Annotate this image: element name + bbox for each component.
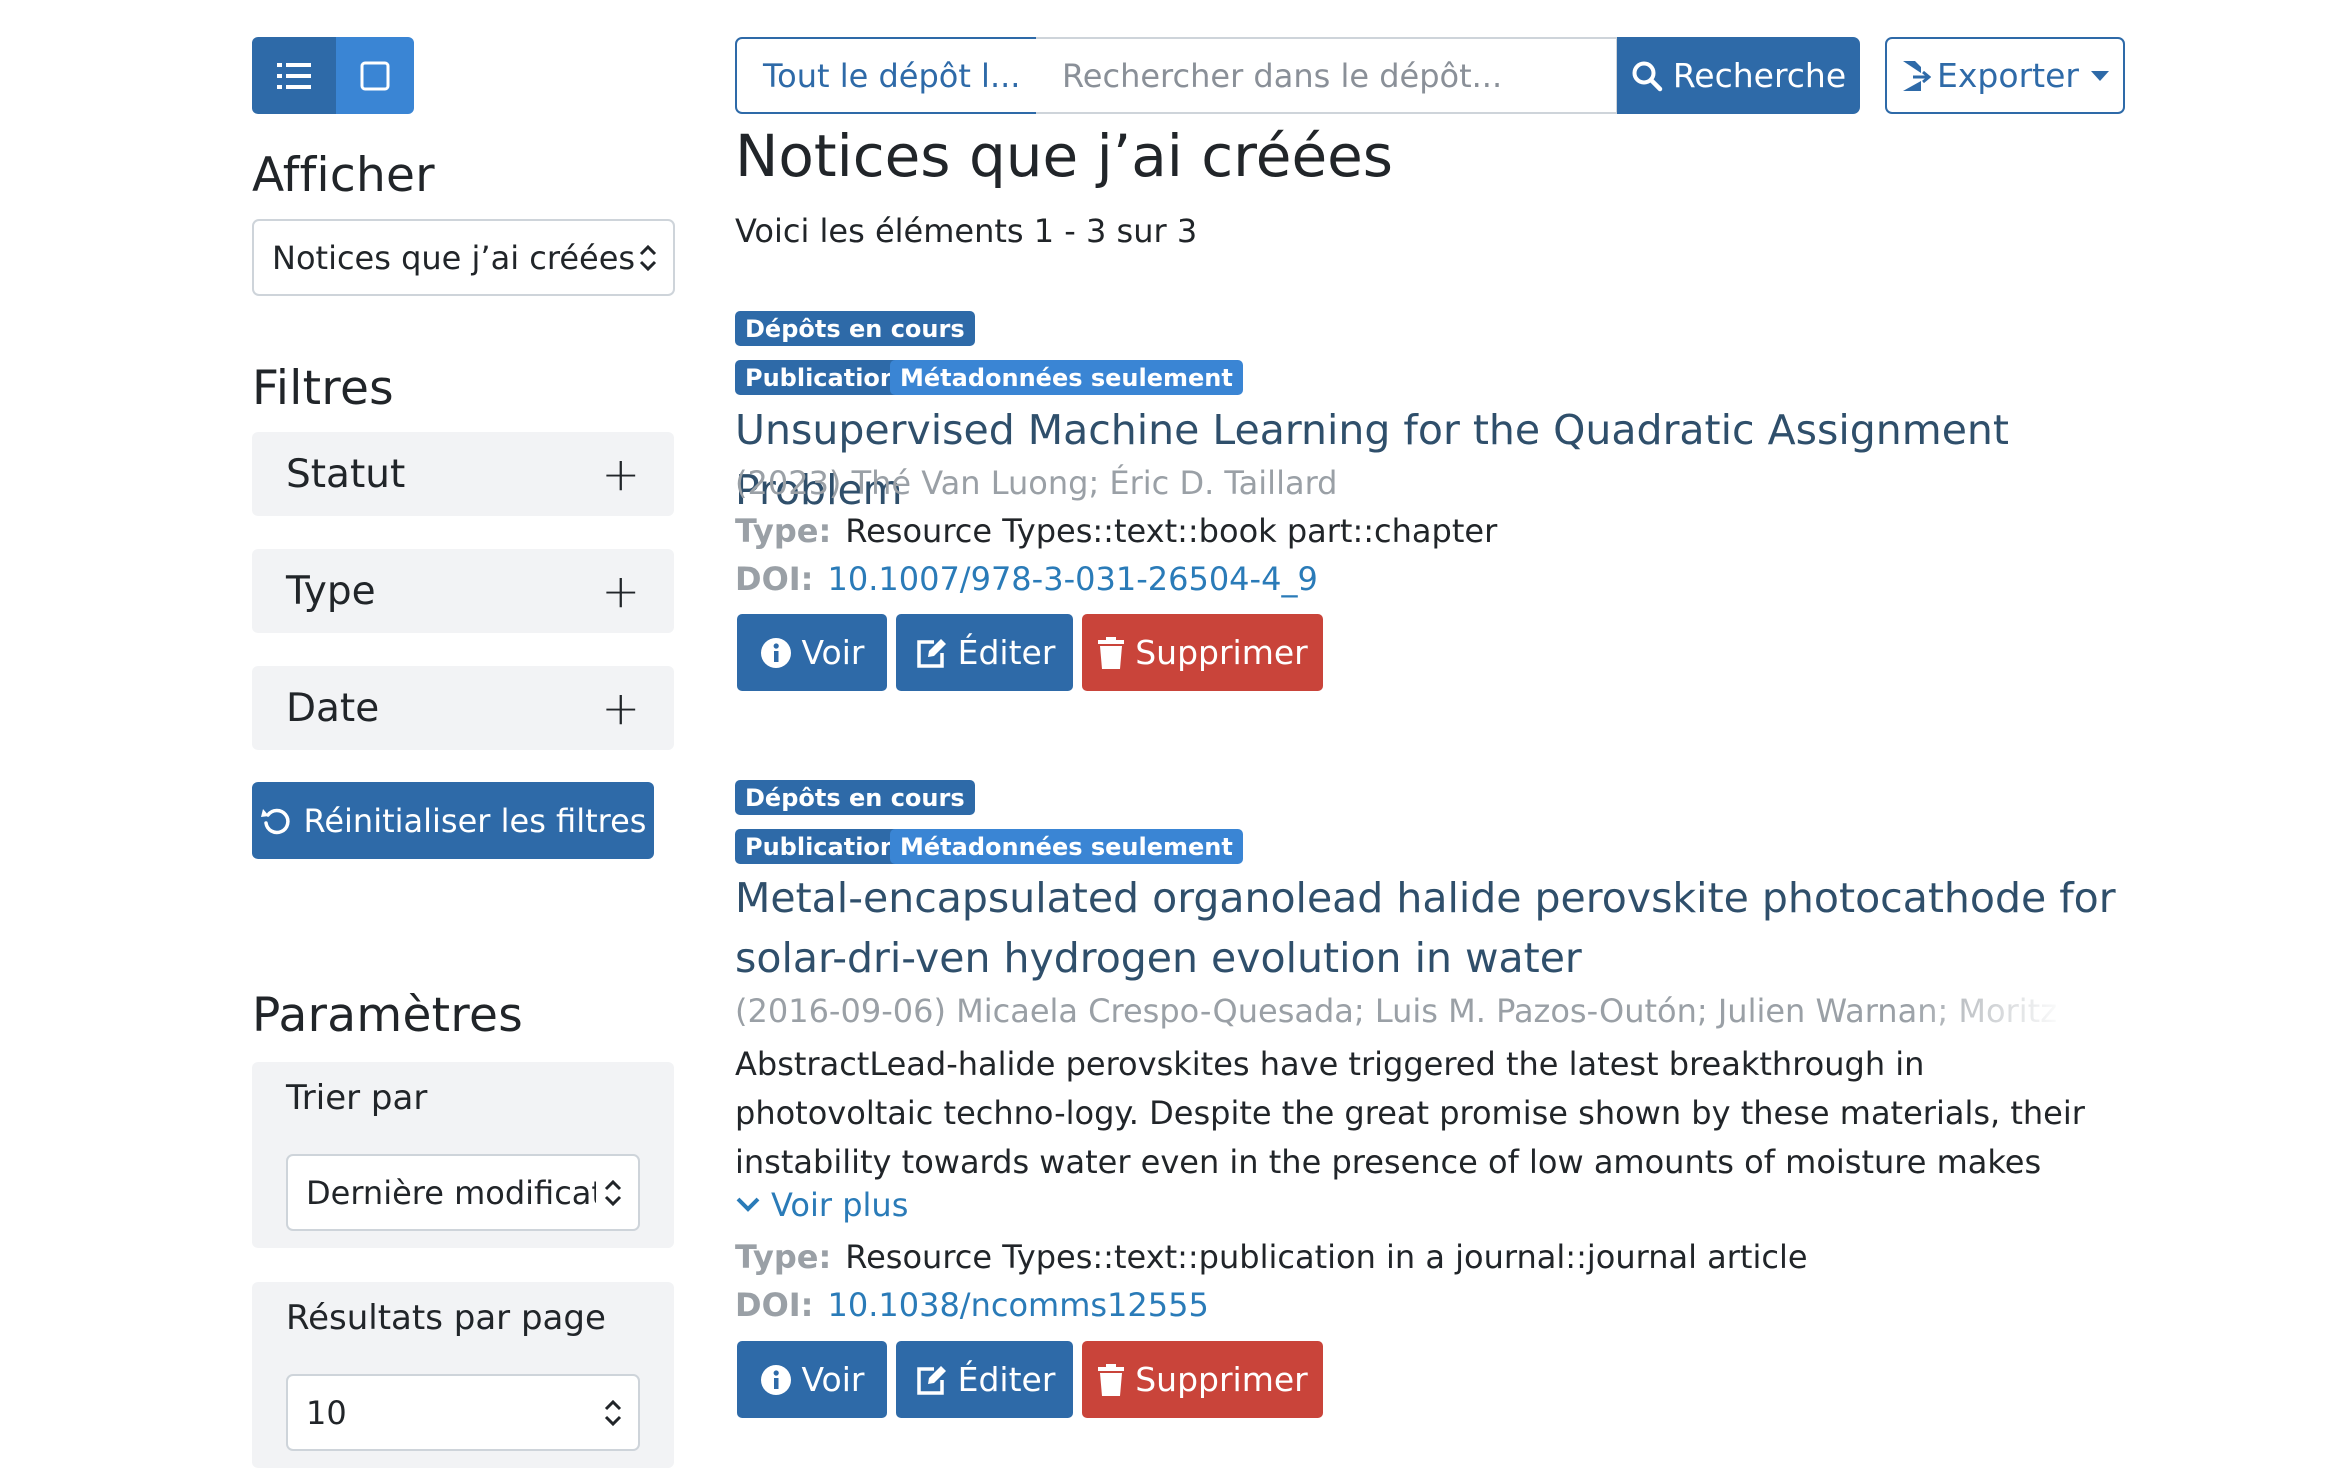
delete-button[interactable]: Supprimer <box>1082 1341 1323 1418</box>
result-type: Type: Resource Types::text::book part::ch… <box>735 512 1497 550</box>
export-label: Exporter <box>1937 56 2079 95</box>
type-key: Type: <box>735 1238 832 1276</box>
trash-icon <box>1098 636 1125 669</box>
result-title-link[interactable]: Metal-encapsulated organolead halide per… <box>735 868 2125 988</box>
delete-button-label: Supprimer <box>1135 633 1308 672</box>
show-select-value: Notices que j’ai créées <box>272 238 636 277</box>
view-button-label: Voir <box>801 633 865 672</box>
show-select[interactable]: Notices que j’ai créées <box>252 219 675 296</box>
edit-button-label: Éditer <box>957 1360 1056 1399</box>
see-more-link[interactable]: Voir plus <box>735 1186 908 1224</box>
view-button[interactable]: Voir <box>737 614 887 691</box>
undo-icon <box>260 808 290 834</box>
params-heading: Paramètres <box>252 988 523 1043</box>
status-badge: Dépôts en cours <box>735 311 975 346</box>
result-doi: DOI: 10.1038/ncomms12555 <box>735 1286 1209 1324</box>
facet-date[interactable]: Date + <box>252 666 674 750</box>
type-value: Resource Types::text::publication in a j… <box>845 1238 1808 1276</box>
doi-key: DOI: <box>735 560 814 598</box>
type-badge: Publication <box>735 829 908 864</box>
sort-select[interactable]: Dernière modification <box>286 1154 640 1231</box>
info-icon <box>760 1364 791 1395</box>
result-count: Voici les éléments 1 - 3 sur 3 <box>735 212 1198 250</box>
select-chevron-icon <box>604 1399 622 1426</box>
gallery-view-button[interactable] <box>336 37 414 114</box>
search-button-label: Recherche <box>1672 56 1847 95</box>
filters-heading: Filtres <box>252 361 394 416</box>
view-button-label: Voir <box>801 1360 865 1399</box>
doi-key: DOI: <box>735 1286 814 1324</box>
delete-button[interactable]: Supprimer <box>1082 614 1323 691</box>
file-export-icon <box>1903 60 1932 91</box>
view-toggle <box>252 37 414 114</box>
trash-icon <box>1098 1363 1125 1396</box>
facet-status-label: Statut <box>286 451 406 497</box>
expand-plus-icon: + <box>601 447 640 501</box>
sort-label: Trier par <box>286 1078 428 1118</box>
status-badge: Dépôts en cours <box>735 780 975 815</box>
result-doi: DOI: 10.1007/978-3-031-26504-4_9 <box>735 560 1318 598</box>
see-more-label: Voir plus <box>771 1186 909 1224</box>
result-abstract: AbstractLead-halide perovskites have tri… <box>735 1045 2085 1181</box>
search-icon <box>1632 61 1663 91</box>
show-heading: Afficher <box>252 148 435 203</box>
edit-button[interactable]: Éditer <box>896 1341 1073 1418</box>
search-button[interactable]: Recherche <box>1617 37 1860 114</box>
search-placeholder: Rechercher dans le dépôt... <box>1062 56 1503 95</box>
gallery-icon <box>360 61 390 90</box>
result-meta: (2023) Thé Van Luong; Éric D. Taillard <box>735 464 1338 502</box>
caret-down-icon <box>2090 70 2109 81</box>
select-chevron-icon <box>639 244 657 271</box>
type-value: Resource Types::text::book part::chapter <box>845 512 1498 550</box>
type-key: Type: <box>735 512 832 550</box>
doi-link[interactable]: 10.1007/978-3-031-26504-4_9 <box>827 560 1317 598</box>
view-button[interactable]: Voir <box>737 1341 887 1418</box>
sort-panel: Trier par Dernière modification <box>252 1062 674 1248</box>
per-page-select[interactable]: 10 <box>286 1374 640 1451</box>
reset-filters-button[interactable]: Réinitialiser les filtres <box>252 782 654 859</box>
list-icon <box>277 62 311 89</box>
expand-plus-icon: + <box>601 681 640 735</box>
edit-icon <box>916 638 946 668</box>
facet-date-label: Date <box>286 685 380 731</box>
search-input[interactable]: Rechercher dans le dépôt... <box>1036 37 1618 114</box>
list-view-button[interactable] <box>252 37 336 114</box>
result-title-link[interactable]: Unsupervised Machine Learning for the Qu… <box>735 400 2125 520</box>
facet-type[interactable]: Type + <box>252 549 674 633</box>
result-type: Type: Resource Types::text::publication i… <box>735 1238 1808 1276</box>
sort-select-value: Dernière modification <box>306 1173 596 1212</box>
select-chevron-icon <box>604 1179 622 1206</box>
search-scope-label: Tout le dépôt l... <box>763 56 1021 95</box>
edit-button-label: Éditer <box>957 633 1056 672</box>
search-scope-dropdown[interactable]: Tout le dépôt l... <box>735 37 1038 114</box>
doi-link[interactable]: 10.1038/ncomms12555 <box>827 1286 1208 1324</box>
edit-icon <box>916 1365 946 1395</box>
facet-type-label: Type <box>286 568 376 614</box>
result-meta: (2016-09-06) Micaela Crespo-Quesada; Lui… <box>735 992 2065 1030</box>
chevron-down-icon <box>736 1197 760 1212</box>
metadata-badge: Métadonnées seulement <box>890 829 1243 864</box>
facet-status[interactable]: Statut + <box>252 432 674 516</box>
delete-button-label: Supprimer <box>1135 1360 1308 1399</box>
page-title: Notices que j’ai créées <box>735 122 1394 190</box>
edit-button[interactable]: Éditer <box>896 614 1073 691</box>
export-dropdown[interactable]: Exporter <box>1885 37 2125 114</box>
per-page-panel: Résultats par page 10 <box>252 1282 674 1468</box>
type-badge: Publication <box>735 360 908 395</box>
info-icon <box>760 637 791 668</box>
reset-filters-label: Réinitialiser les filtres <box>303 801 647 840</box>
per-page-select-value: 10 <box>306 1393 347 1432</box>
expand-plus-icon: + <box>601 564 640 618</box>
per-page-label: Résultats par page <box>286 1298 606 1338</box>
metadata-badge: Métadonnées seulement <box>890 360 1243 395</box>
